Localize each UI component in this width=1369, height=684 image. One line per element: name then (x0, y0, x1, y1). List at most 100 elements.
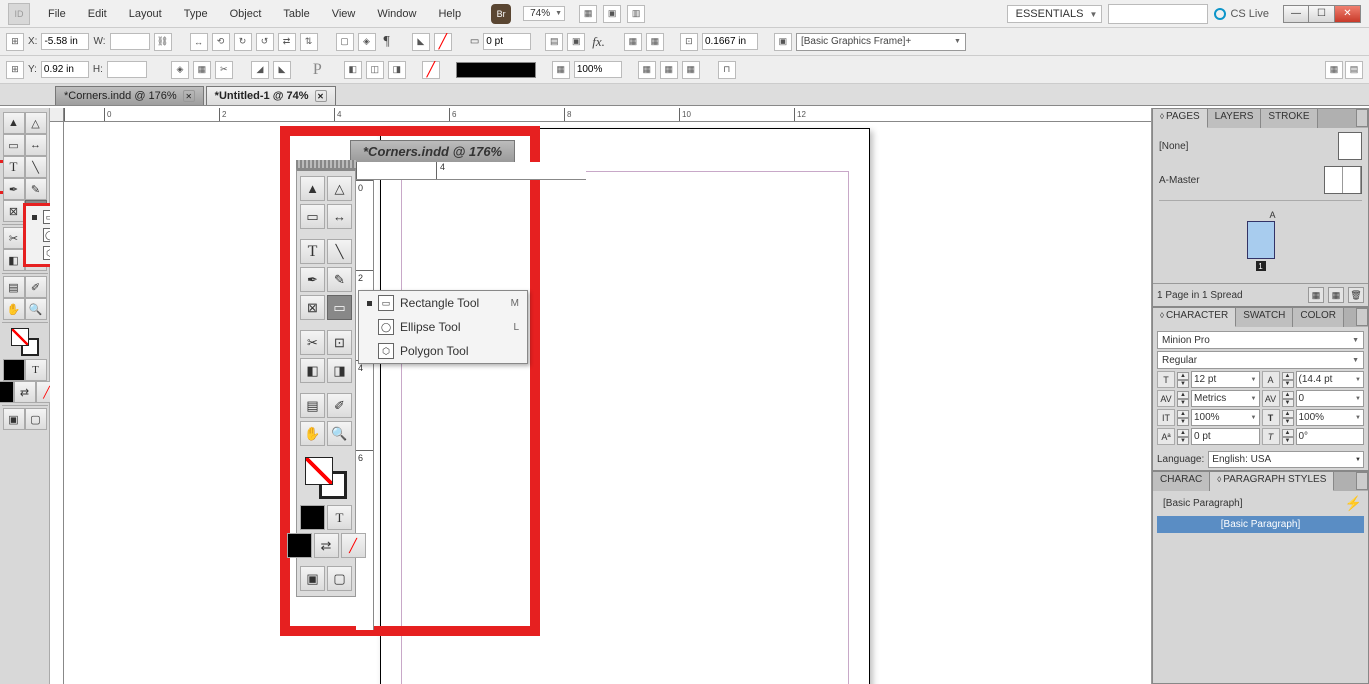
select-container-icon[interactable]: ▢ (336, 33, 354, 51)
wrap-3-icon[interactable]: ▦ (682, 61, 700, 79)
flip-v-icon[interactable]: ⇅ (300, 33, 318, 51)
pages-none-master[interactable]: [None] (1159, 141, 1188, 152)
align-left-icon[interactable]: ◧ (344, 61, 362, 79)
h-field[interactable] (107, 61, 147, 78)
view-options-icon[interactable]: ▦ (579, 5, 597, 23)
skew-icon[interactable]: ◣ (273, 61, 291, 79)
fitting-field[interactable] (702, 33, 758, 50)
menu-type[interactable]: Type (174, 4, 218, 24)
rotate-icon[interactable]: ⟲ (212, 33, 230, 51)
skew-field[interactable]: 0° (1296, 428, 1365, 445)
ref-point-icon[interactable]: ⊞ (6, 33, 24, 51)
document-canvas[interactable]: 0 2 4 6 8 10 12 *Corners.indd @ 176% 4 0… (50, 108, 1151, 684)
delete-page-icon[interactable]: 🗑 (1348, 287, 1364, 303)
tab-stroke[interactable]: STROKE (1261, 109, 1317, 128)
type-tool-lg[interactable]: T (300, 239, 325, 264)
menu-layout[interactable]: Layout (119, 4, 172, 24)
hand-tool[interactable]: ✋ (3, 298, 25, 320)
menu-file[interactable]: File (38, 4, 76, 24)
maximize-button[interactable]: ☐ (1309, 5, 1335, 23)
object-style-select[interactable]: [Basic Graphics Frame]+ (796, 33, 966, 51)
fitting-icon[interactable]: ⊡ (680, 33, 698, 51)
line-tool[interactable]: ╲ (25, 156, 47, 178)
rect-tool-lg[interactable]: ▭ (327, 295, 352, 320)
apply-color-lg[interactable] (300, 505, 325, 530)
pencil-tool[interactable]: ✎ (25, 178, 47, 200)
select-content-icon[interactable]: ◈ (358, 33, 376, 51)
fill-none-icon[interactable]: ╱ (434, 33, 452, 51)
scale-x-icon[interactable]: ↔ (190, 33, 208, 51)
rect-frame-tool-lg[interactable]: ⊠ (300, 295, 325, 320)
apply-gradient-icon[interactable]: T (25, 359, 47, 381)
preview-view-icon[interactable]: ▢ (25, 408, 47, 430)
flip-h-icon[interactable]: ⇄ (278, 33, 296, 51)
rect-frame-tool[interactable]: ⊠ (3, 200, 25, 222)
page-tool[interactable]: ▭ (3, 134, 25, 156)
stroke-type-select[interactable] (456, 62, 536, 78)
flyout-rectangle-lg[interactable]: ▭ Rectangle Tool M (359, 291, 527, 315)
default-fill-lg[interactable] (287, 533, 312, 558)
constrain-icon[interactable]: ⛓ (154, 33, 172, 51)
menu-window[interactable]: Window (367, 4, 426, 24)
shear-icon[interactable]: ◢ (251, 61, 269, 79)
default-fill-icon[interactable] (0, 381, 14, 403)
para-style-item[interactable]: [Basic Paragraph] (1157, 516, 1364, 533)
gradient-feather-tool-lg[interactable]: ◨ (327, 358, 352, 383)
scale-ico-3[interactable]: ✂ (215, 61, 233, 79)
font-style-select[interactable]: Regular (1157, 351, 1364, 369)
note-tool[interactable]: ▤ (3, 276, 25, 298)
scissors-tool[interactable]: ✂ (3, 227, 25, 249)
vertical-ruler[interactable] (50, 122, 64, 684)
tab-layers[interactable]: LAYERS (1208, 109, 1262, 128)
format-text-lg[interactable]: T (327, 505, 352, 530)
horizontal-ruler[interactable]: 0 2 4 6 8 10 12 (64, 108, 1151, 122)
page-tool-lg[interactable]: ▭ (300, 204, 325, 229)
line-tool-lg[interactable]: ╲ (327, 239, 352, 264)
tab-para-styles[interactable]: PARAGRAPH STYLES (1210, 472, 1334, 491)
panel-menu-icon[interactable]: ▤ (1345, 61, 1363, 79)
close-tab-icon[interactable]: ✕ (183, 90, 195, 102)
language-select[interactable]: English: USA (1208, 451, 1364, 468)
selection-tool[interactable]: ▲ (3, 112, 25, 134)
tab-pages[interactable]: PAGES (1153, 109, 1208, 128)
note-tool-lg[interactable]: ▤ (300, 393, 325, 418)
cs-live-button[interactable]: CS Live (1214, 8, 1269, 20)
apply-none-lg[interactable]: ╱ (341, 533, 366, 558)
text-wrap-none-icon[interactable]: ▦ (624, 33, 642, 51)
align-right-icon[interactable]: ◨ (388, 61, 406, 79)
page-thumbnail[interactable] (1247, 221, 1275, 259)
font-family-select[interactable]: Minion Pro (1157, 331, 1364, 349)
stroke-weight-field[interactable] (483, 33, 531, 50)
gradient-swatch-tool[interactable]: ◧ (3, 249, 25, 271)
stroke-style-icon[interactable]: ▤ (545, 33, 563, 51)
baseline-field[interactable]: 0 pt (1191, 428, 1260, 445)
rotate-cw-icon[interactable]: ↻ (234, 33, 252, 51)
wrap-1-icon[interactable]: ▦ (638, 61, 656, 79)
opacity-icon[interactable]: ▦ (552, 61, 570, 79)
effects-icon[interactable]: fx. (589, 34, 608, 50)
align-center-icon[interactable]: ◫ (366, 61, 384, 79)
quick-apply-icon[interactable]: ▦ (1325, 61, 1343, 79)
menu-object[interactable]: Object (220, 4, 272, 24)
scale-ico-2[interactable]: ▦ (193, 61, 211, 79)
panel-collapse-icon[interactable] (1356, 308, 1368, 326)
zoom-tool[interactable]: 🔍 (25, 298, 47, 320)
screen-mode-icon[interactable]: ▣ (603, 5, 621, 23)
zoom-tool-lg[interactable]: 🔍 (327, 421, 352, 446)
flyout-polygon-lg[interactable]: ⬡ Polygon Tool (359, 339, 527, 363)
transform-tool-lg[interactable]: ⊡ (327, 330, 352, 355)
eyedropper-tool-lg[interactable]: ✐ (327, 393, 352, 418)
pen-tool[interactable]: ✒ (3, 178, 25, 200)
tab-color[interactable]: COLOR (1293, 308, 1344, 327)
tracking-field[interactable]: 0 (1296, 390, 1365, 407)
ruler-origin[interactable] (50, 108, 64, 122)
type-tool[interactable]: T (3, 156, 25, 178)
y-field[interactable] (41, 61, 89, 78)
bridge-icon[interactable]: Br (491, 4, 511, 24)
arrange-icon[interactable]: ▥ (627, 5, 645, 23)
gap-tool-lg[interactable]: ↔ (327, 204, 352, 229)
selection-tool-lg[interactable]: ▲ (300, 176, 325, 201)
search-input[interactable] (1108, 4, 1208, 24)
swap-fill-lg[interactable]: ⇄ (314, 533, 339, 558)
normal-view-icon[interactable]: ▣ (3, 408, 25, 430)
